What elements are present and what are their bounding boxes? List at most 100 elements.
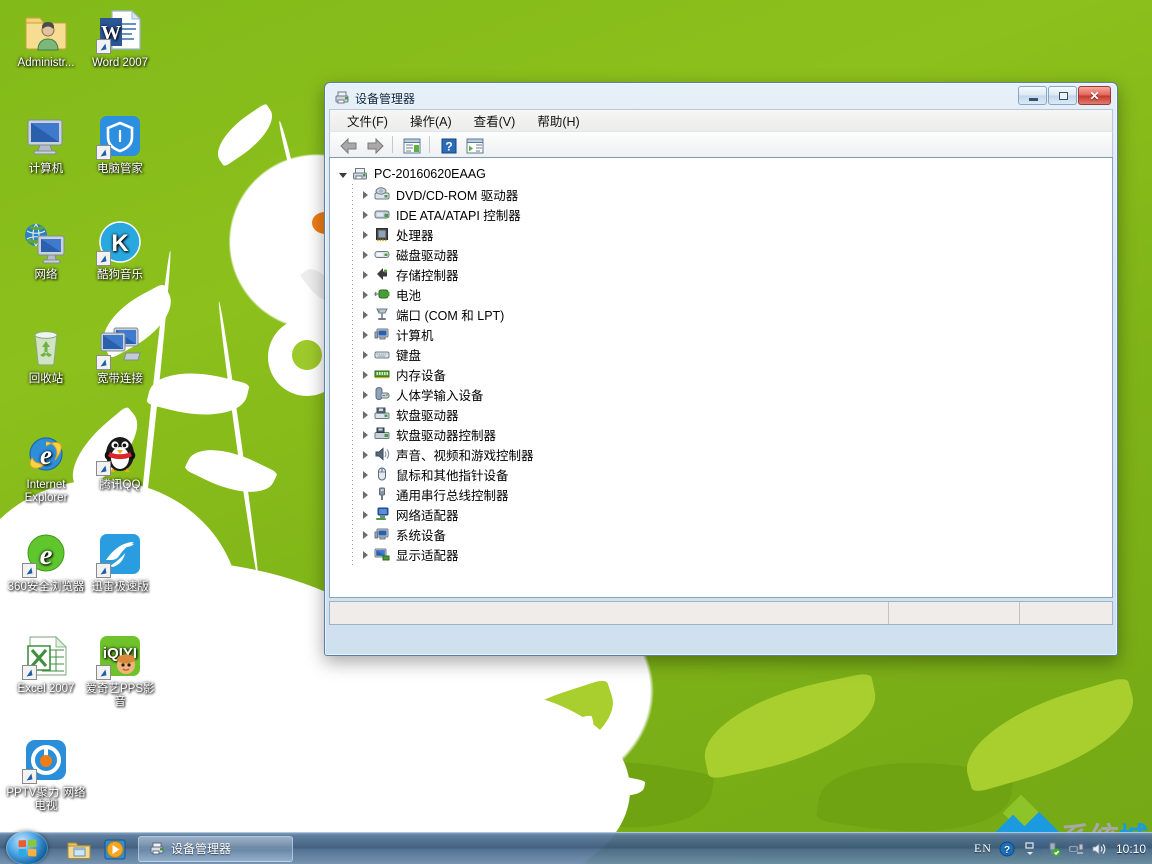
menu-view[interactable]: 查看(V) bbox=[463, 108, 527, 133]
tree-item-computer[interactable]: 计算机 bbox=[338, 324, 1112, 344]
chevron-down-icon[interactable] bbox=[338, 169, 349, 180]
chevron-right-icon[interactable] bbox=[360, 369, 371, 380]
tray-action-center-icon[interactable]: ? bbox=[999, 841, 1015, 857]
menu-file[interactable]: 文件(F) bbox=[336, 108, 399, 133]
tree-item-floppy-drives[interactable]: 软盘驱动器 bbox=[338, 404, 1112, 424]
battery-icon bbox=[374, 286, 390, 302]
desktop-icon-kugou-music[interactable]: K 酷狗音乐 bbox=[80, 218, 160, 282]
quicklaunch-media-player[interactable] bbox=[100, 834, 130, 864]
toolbar[interactable]: ? bbox=[329, 131, 1113, 157]
desktop-icon-iqiyi-pps[interactable]: iQIYI 爱奇艺PPS影音 bbox=[80, 632, 160, 709]
tree-item-storage-controllers[interactable]: 存储控制器 bbox=[338, 264, 1112, 284]
tree-item-processors[interactable]: 处理器 bbox=[338, 224, 1112, 244]
chevron-right-icon[interactable] bbox=[360, 489, 371, 500]
taskbar-clock[interactable]: 10:10 bbox=[1116, 842, 1146, 856]
tree-item-usb-controllers[interactable]: 通用串行总线控制器 bbox=[338, 484, 1112, 504]
tray-language-indicator[interactable]: EN bbox=[974, 841, 992, 856]
tray-usb-safe-remove-icon[interactable] bbox=[1045, 841, 1061, 857]
tray-show-hidden-arrow-icon[interactable] bbox=[1022, 841, 1038, 857]
tree-item-memory-devices[interactable]: 内存设备 bbox=[338, 364, 1112, 384]
ie-icon: e bbox=[22, 428, 70, 476]
chevron-right-icon[interactable] bbox=[360, 189, 371, 200]
wallpaper-stem bbox=[217, 301, 261, 579]
chevron-right-icon[interactable] bbox=[360, 249, 371, 260]
quicklaunch-explorer[interactable] bbox=[64, 834, 94, 864]
desktop-icon-pc-manager[interactable]: 电脑管家 bbox=[80, 112, 160, 176]
desktop-icon-recycle-bin[interactable]: 回收站 bbox=[6, 322, 86, 386]
desktop-icon-internet-explorer[interactable]: e Internet Explorer bbox=[6, 428, 86, 505]
chevron-right-icon[interactable] bbox=[360, 509, 371, 520]
arrow-left-icon bbox=[337, 135, 361, 157]
desktop-icon-excel-2007[interactable]: Excel 2007 bbox=[6, 632, 86, 696]
chevron-right-icon[interactable] bbox=[360, 269, 371, 280]
forward-button[interactable] bbox=[362, 134, 386, 156]
desktop-icon-tencent-qq[interactable]: 腾讯QQ bbox=[80, 428, 160, 492]
chevron-right-icon[interactable] bbox=[360, 309, 371, 320]
properties-button[interactable] bbox=[399, 134, 423, 156]
chevron-right-icon[interactable] bbox=[360, 449, 371, 460]
device-manager-icon bbox=[149, 841, 165, 857]
tree-item-keyboards[interactable]: 键盘 bbox=[338, 344, 1112, 364]
tray-volume-icon[interactable] bbox=[1091, 841, 1107, 857]
window-titlebar[interactable]: 设备管理器 ✕ bbox=[329, 87, 1113, 109]
tree-item-display-adapters[interactable]: 显示适配器 bbox=[338, 544, 1112, 564]
tree-item-system-devices[interactable]: 系统设备 bbox=[338, 524, 1112, 544]
help-button[interactable]: ? bbox=[436, 134, 460, 156]
tree-item-network-adapters[interactable]: 网络适配器 bbox=[338, 504, 1112, 524]
maximize-button[interactable] bbox=[1048, 86, 1077, 105]
tree-root-computer[interactable]: PC-20160620EAAG bbox=[338, 164, 1112, 184]
menu-action[interactable]: 操作(A) bbox=[399, 108, 463, 133]
taskbar-task-device-manager[interactable]: 设备管理器 bbox=[138, 836, 293, 862]
tree-item-disk-drives[interactable]: 磁盘驱动器 bbox=[338, 244, 1112, 264]
chevron-right-icon[interactable] bbox=[360, 329, 371, 340]
desktop-icon-thunder-speed[interactable]: 迅雷极速版 bbox=[80, 530, 160, 594]
chevron-right-icon[interactable] bbox=[360, 429, 371, 440]
desktop-icon-pptv[interactable]: PPTV聚力 网络电视 bbox=[6, 736, 86, 813]
device-tree-pane[interactable]: PC-20160620EAAG DVD/CD-ROM 驱动器 bbox=[329, 157, 1113, 598]
chevron-right-icon[interactable] bbox=[360, 209, 371, 220]
chevron-right-icon[interactable] bbox=[360, 349, 371, 360]
taskbar[interactable]: 设备管理器 EN ? bbox=[0, 832, 1152, 864]
show-hidden-button[interactable] bbox=[462, 134, 486, 156]
chevron-right-icon[interactable] bbox=[360, 289, 371, 300]
system-device-icon bbox=[374, 526, 390, 542]
menu-bar[interactable]: 文件(F) 操作(A) 查看(V) 帮助(H) bbox=[329, 109, 1113, 131]
desktop-icon-broadband-connection[interactable]: 宽带连接 bbox=[80, 322, 160, 386]
shortcut-overlay-icon bbox=[22, 769, 37, 784]
minimize-button[interactable] bbox=[1018, 86, 1047, 105]
media-player-icon bbox=[100, 834, 130, 864]
tree-item-ports[interactable]: 端口 (COM 和 LPT) bbox=[338, 304, 1112, 324]
desktop-icon-administrator[interactable]: Administr... bbox=[6, 6, 86, 70]
desktop-icon-label: 酷狗音乐 bbox=[80, 269, 160, 282]
chevron-right-icon[interactable] bbox=[360, 389, 371, 400]
taskbar-task-list[interactable]: 设备管理器 bbox=[138, 836, 974, 862]
device-manager-window[interactable]: 设备管理器 ✕ 文件(F) 操作(A) 查看(V) 帮助(H) bbox=[324, 82, 1118, 656]
chevron-right-icon[interactable] bbox=[360, 529, 371, 540]
desktop-icon-label: 计算机 bbox=[6, 163, 86, 176]
shortcut-overlay-icon bbox=[96, 563, 111, 578]
chevron-right-icon[interactable] bbox=[360, 469, 371, 480]
tree-item-batteries[interactable]: 电池 bbox=[338, 284, 1112, 304]
folder-explorer-icon bbox=[64, 834, 94, 864]
mouse-icon bbox=[374, 466, 390, 482]
tree-item-floppy-controllers[interactable]: 软盘驱动器控制器 bbox=[338, 424, 1112, 444]
back-button[interactable] bbox=[336, 134, 360, 156]
desktop-icon-computer[interactable]: 计算机 bbox=[6, 112, 86, 176]
tree-item-dvd-cdrom[interactable]: DVD/CD-ROM 驱动器 bbox=[338, 184, 1112, 204]
start-button[interactable] bbox=[2, 833, 54, 864]
tree-item-mice[interactable]: 鼠标和其他指针设备 bbox=[338, 464, 1112, 484]
tree-item-hid[interactable]: 人体学输入设备 bbox=[338, 384, 1112, 404]
close-button[interactable]: ✕ bbox=[1078, 86, 1111, 105]
tree-item-sound-video-game[interactable]: 声音、视频和游戏控制器 bbox=[338, 444, 1112, 464]
processor-icon bbox=[374, 226, 390, 242]
desktop-icon-360-browser[interactable]: e 360安全浏览器 bbox=[6, 530, 86, 594]
desktop-icon-word-2007[interactable]: W Word 2007 bbox=[80, 6, 160, 70]
chevron-right-icon[interactable] bbox=[360, 549, 371, 560]
menu-help[interactable]: 帮助(H) bbox=[526, 108, 590, 133]
tree-item-ide-ata-atapi[interactable]: IDE ATA/ATAPI 控制器 bbox=[338, 204, 1112, 224]
desktop-icon-network[interactable]: 网络 bbox=[6, 218, 86, 282]
system-tray[interactable]: EN ? bbox=[974, 841, 1146, 857]
tray-network-status-icon[interactable] bbox=[1068, 841, 1084, 857]
chevron-right-icon[interactable] bbox=[360, 409, 371, 420]
chevron-right-icon[interactable] bbox=[360, 229, 371, 240]
